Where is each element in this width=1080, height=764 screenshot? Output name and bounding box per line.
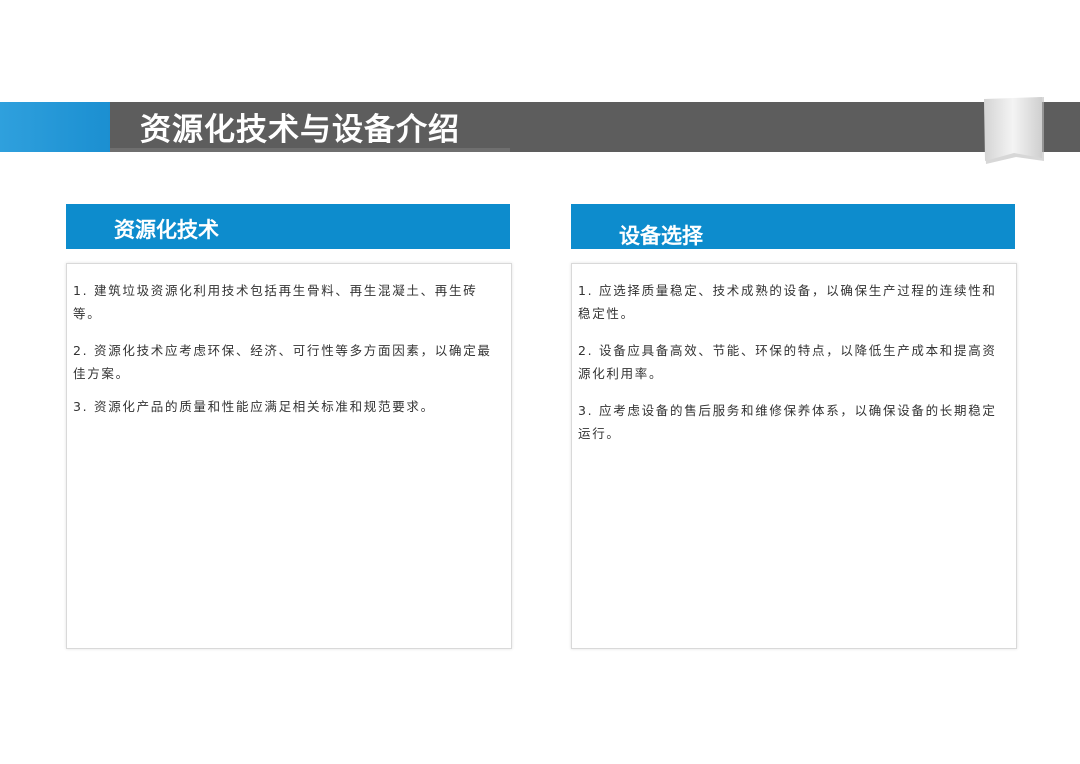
title-accent-bar: [0, 102, 110, 152]
bookmark-icon: [984, 97, 1044, 164]
section-header-equipment: 设备选择: [571, 204, 1015, 249]
card-equipment: 1. 应选择质量稳定、技术成熟的设备，以确保生产过程的连续性和稳定性。 2. 设…: [571, 263, 1017, 649]
list-item: 2. 资源化技术应考虑环保、经济、可行性等多方面因素，以确定最佳方案。: [73, 343, 492, 381]
section-header-resource-tech: 资源化技术: [66, 204, 510, 249]
card-resource-tech: 1. 建筑垃圾资源化利用技术包括再生骨料、再生混凝土、再生砖等。 2. 资源化技…: [66, 263, 512, 649]
section-title-resource-tech: 资源化技术: [114, 218, 219, 242]
list-item: 1. 建筑垃圾资源化利用技术包括再生骨料、再生混凝土、再生砖等。: [73, 283, 478, 321]
section-title-equipment: 设备选择: [619, 224, 703, 248]
page-title: 资源化技术与设备介绍: [140, 112, 460, 148]
slide: 资源化技术与设备介绍 资源化技术 1. 建筑垃圾资源化利用技术包括再生骨料、再生…: [0, 0, 1080, 764]
list-item: 3. 资源化产品的质量和性能应满足相关标准和规范要求。: [73, 399, 435, 414]
list-item: 1. 应选择质量稳定、技术成熟的设备，以确保生产过程的连续性和稳定性。: [578, 283, 997, 321]
list-item: 2. 设备应具备高效、节能、环保的特点，以降低生产成本和提高资源化利用率。: [578, 343, 997, 381]
list-item: 3. 应考虑设备的售后服务和维修保养体系，以确保设备的长期稳定运行。: [578, 403, 997, 441]
